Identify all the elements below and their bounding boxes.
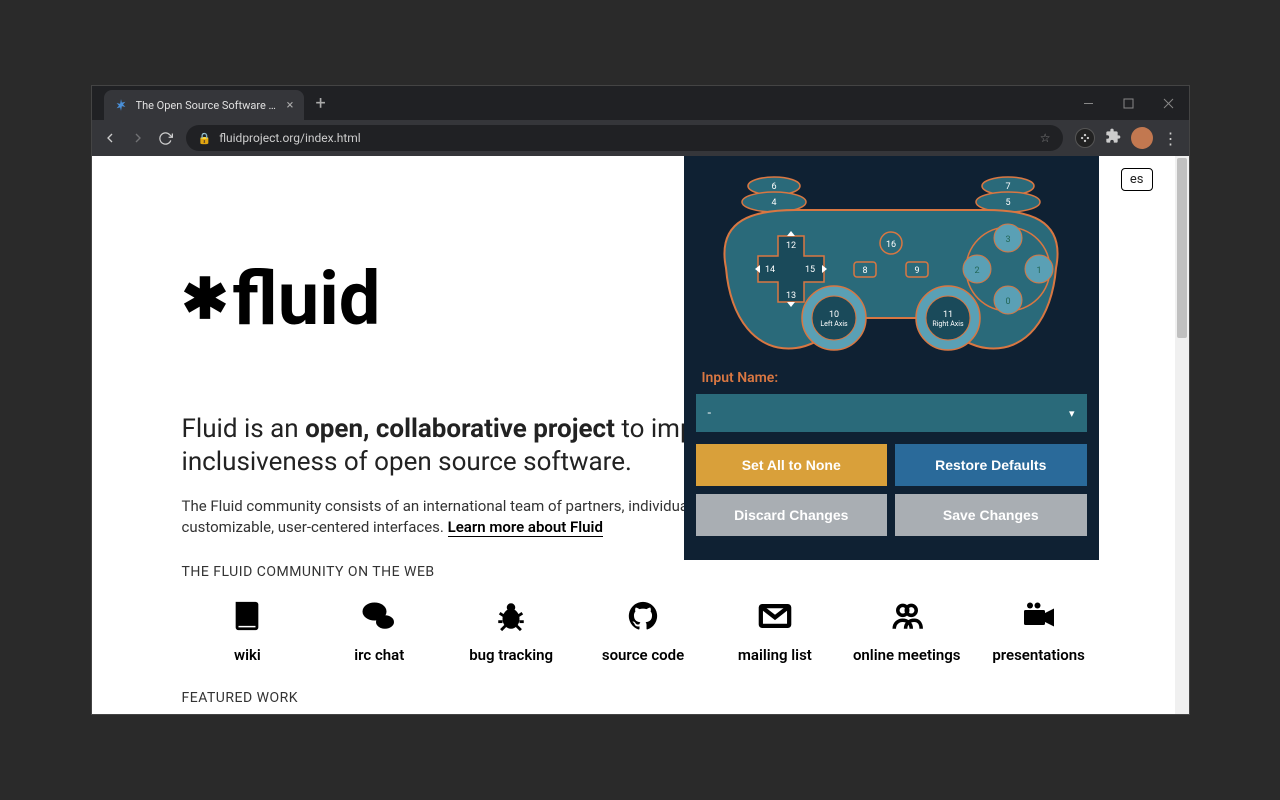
svg-text:2: 2 xyxy=(974,266,979,276)
svg-text:3: 3 xyxy=(1005,235,1010,245)
tab-title: The Open Source Software Comm xyxy=(136,99,279,112)
meetings-link[interactable]: online meetings xyxy=(841,598,973,664)
svg-text:11: 11 xyxy=(943,310,953,320)
svg-text:Right Axis: Right Axis xyxy=(932,320,964,328)
svg-text:4: 4 xyxy=(771,198,776,208)
presentations-link[interactable]: presentations xyxy=(973,598,1105,664)
discard-changes-button[interactable]: Discard Changes xyxy=(696,494,888,536)
svg-text:6: 6 xyxy=(771,182,776,192)
people-icon xyxy=(889,598,925,634)
new-tab-button[interactable]: + xyxy=(316,93,326,114)
browser-window: The Open Source Software Comm × + 🔒 flui… xyxy=(91,85,1190,715)
set-all-none-button[interactable]: Set All to None xyxy=(696,444,888,486)
close-button[interactable] xyxy=(1149,88,1189,118)
restore-defaults-button[interactable]: Restore Defaults xyxy=(895,444,1087,486)
save-changes-button[interactable]: Save Changes xyxy=(895,494,1087,536)
featured-heading: FEATURED WORK xyxy=(182,690,1175,706)
toolbar: 🔒 fluidproject.org/index.html ☆ ⋮ xyxy=(92,120,1189,156)
mailing-link[interactable]: mailing list xyxy=(709,598,841,664)
url-text: fluidproject.org/index.html xyxy=(219,131,361,145)
back-button[interactable] xyxy=(102,130,118,146)
community-heading: THE FLUID COMMUNITY ON THE WEB xyxy=(182,564,1175,580)
logo-text: fluid xyxy=(232,256,380,343)
svg-text:8: 8 xyxy=(862,266,867,276)
browser-tab[interactable]: The Open Source Software Comm × xyxy=(104,90,304,120)
gamepad-diagram: 6 7 4 5 12 13 14 15 xyxy=(696,168,1086,358)
gamepad-extension-icon[interactable] xyxy=(1075,128,1095,148)
menu-icon[interactable]: ⋮ xyxy=(1163,129,1179,148)
minimize-button[interactable] xyxy=(1069,88,1109,118)
partial-button[interactable]: es xyxy=(1121,168,1153,191)
wiki-link[interactable]: wiki xyxy=(182,598,314,664)
titlebar: The Open Source Software Comm × + xyxy=(92,86,1189,120)
github-icon xyxy=(625,598,661,634)
book-icon xyxy=(229,598,265,634)
svg-text:7: 7 xyxy=(1005,182,1010,192)
asterisk-icon xyxy=(114,98,128,112)
svg-text:1: 1 xyxy=(1036,266,1041,276)
source-link[interactable]: source code xyxy=(577,598,709,664)
window-controls xyxy=(1069,86,1189,120)
scrollbar[interactable] xyxy=(1175,156,1189,714)
svg-text:9: 9 xyxy=(914,266,919,276)
svg-text:10: 10 xyxy=(829,310,839,320)
svg-text:12: 12 xyxy=(786,241,796,251)
asterisk-icon: ✱ xyxy=(182,283,229,317)
scrollbar-thumb[interactable] xyxy=(1177,158,1187,338)
input-name-label: Input Name: xyxy=(702,370,1087,386)
bug-icon xyxy=(493,598,529,634)
mail-icon xyxy=(757,598,793,634)
input-name-select[interactable]: - ▾ xyxy=(696,394,1087,432)
svg-text:15: 15 xyxy=(805,265,815,275)
close-icon[interactable]: × xyxy=(287,98,294,113)
maximize-button[interactable] xyxy=(1109,88,1149,118)
address-bar[interactable]: 🔒 fluidproject.org/index.html ☆ xyxy=(186,125,1063,151)
star-icon[interactable]: ☆ xyxy=(1040,131,1051,145)
lock-icon: 🔒 xyxy=(198,132,212,145)
chevron-down-icon: ▾ xyxy=(1069,407,1075,420)
irc-link[interactable]: irc chat xyxy=(313,598,445,664)
svg-text:Left Axis: Left Axis xyxy=(820,320,848,328)
svg-text:0: 0 xyxy=(1005,297,1010,307)
svg-text:5: 5 xyxy=(1005,198,1010,208)
svg-text:14: 14 xyxy=(765,265,775,275)
profile-avatar[interactable] xyxy=(1131,127,1153,149)
chat-icon xyxy=(361,598,397,634)
bug-link[interactable]: bug tracking xyxy=(445,598,577,664)
gamepad-popup: 6 7 4 5 12 13 14 15 xyxy=(684,156,1099,560)
reload-button[interactable] xyxy=(158,130,174,146)
camera-icon xyxy=(1021,598,1057,634)
svg-text:13: 13 xyxy=(786,291,796,301)
svg-text:16: 16 xyxy=(886,240,896,250)
forward-button[interactable] xyxy=(130,130,146,146)
extensions-icon[interactable] xyxy=(1105,128,1121,148)
viewport: es ✱fluid Fluid is an open, collaborativ… xyxy=(92,156,1189,714)
learn-more-link[interactable]: Learn more about Fluid xyxy=(448,518,603,537)
community-links: wiki irc chat bug tracking source code m… xyxy=(92,598,1175,664)
extension-area: ⋮ xyxy=(1075,127,1179,149)
